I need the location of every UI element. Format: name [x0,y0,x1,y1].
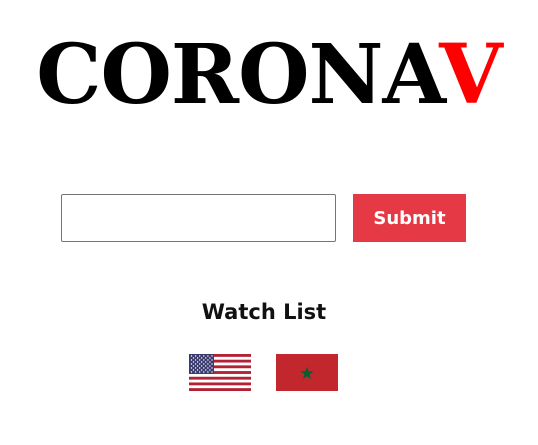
submit-button[interactable]: Submit [353,194,466,242]
watch-list-title: Watch List [201,300,327,324]
search-form: Submit [61,194,466,242]
page: CORONAV Submit Watch List [0,0,538,445]
logo-accent-letter: V [439,27,503,123]
watch-list-flags [189,354,338,391]
logo-text: CORONA [36,27,440,123]
morocco-flag-icon[interactable] [276,354,338,391]
search-input[interactable] [61,194,336,242]
us-flag-icon[interactable] [189,354,251,391]
site-logo: CORONAV [0,30,538,120]
